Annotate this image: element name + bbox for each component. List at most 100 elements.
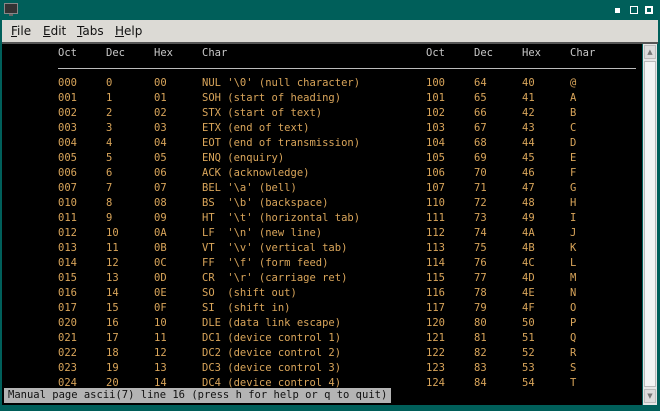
table-cell-char: DC1 (device control 1) bbox=[202, 332, 342, 344]
menu-edit-mnemonic: E bbox=[43, 24, 51, 38]
table-cell-hex2: 51 bbox=[522, 332, 535, 344]
table-cell-dec2: 77 bbox=[474, 272, 487, 284]
scrollbar[interactable]: ▲ ▼ bbox=[643, 44, 657, 405]
table-cell-dec: 17 bbox=[106, 332, 119, 344]
table-cell-char: BEL '\a' (bell) bbox=[202, 182, 297, 194]
table-cell-hex2: 44 bbox=[522, 137, 535, 149]
table-cell-dec: 6 bbox=[106, 167, 113, 179]
table-cell-char: HT '\t' (horizontal tab) bbox=[202, 212, 361, 224]
table-cell-char2: O bbox=[570, 302, 577, 314]
table-cell-hex: 09 bbox=[154, 212, 167, 224]
table-cell-char: SOH (start of heading) bbox=[202, 92, 342, 104]
table-cell-dec: 3 bbox=[106, 122, 113, 134]
table-cell-hex: 0E bbox=[154, 287, 167, 299]
table-cell-char: LF '\n' (new line) bbox=[202, 227, 323, 239]
menu-edit[interactable]: Edit bbox=[43, 24, 66, 38]
table-cell-hex: 04 bbox=[154, 137, 167, 149]
table-cell-dec2: 66 bbox=[474, 107, 487, 119]
scroll-up-icon[interactable]: ▲ bbox=[644, 45, 656, 59]
table-cell-char: SO (shift out) bbox=[202, 287, 297, 299]
table-cell-hex2: 4F bbox=[522, 302, 535, 314]
table-cell-char2: A bbox=[570, 92, 577, 104]
menu-help-label: elp bbox=[124, 24, 143, 38]
table-cell-oct2: 120 bbox=[426, 317, 445, 329]
table-cell-oct2: 122 bbox=[426, 347, 445, 359]
table-cell-hex2: 4C bbox=[522, 257, 535, 269]
table-cell-hex: 14 bbox=[154, 377, 167, 389]
table-cell-dec2: 80 bbox=[474, 317, 487, 329]
table-cell-dec2: 76 bbox=[474, 257, 487, 269]
table-cell-hex2: 41 bbox=[522, 92, 535, 104]
table-cell-char2: D bbox=[570, 137, 577, 149]
minimize-icon[interactable] bbox=[615, 8, 620, 13]
table-cell-dec: 18 bbox=[106, 347, 119, 359]
table-cell-dec: 4 bbox=[106, 137, 113, 149]
table-cell-char: BS '\b' (backspace) bbox=[202, 197, 329, 209]
table-cell-char: SI (shift in) bbox=[202, 302, 291, 314]
table-cell-char: NUL '\0' (null character) bbox=[202, 77, 361, 89]
table-cell-char2: H bbox=[570, 197, 577, 209]
table-cell-hex: 12 bbox=[154, 347, 167, 359]
scrollbar-thumb[interactable] bbox=[644, 61, 656, 387]
menu-file[interactable]: File bbox=[11, 24, 31, 38]
terminal-output[interactable]: Manual page ascii(7) line 16 (press h fo… bbox=[2, 44, 642, 405]
table-cell-char2: G bbox=[570, 182, 577, 194]
column-header-dec2: Dec bbox=[474, 47, 493, 59]
table-cell-char2: C bbox=[570, 122, 577, 134]
table-cell-char2: I bbox=[570, 212, 577, 224]
table-cell-oct: 002 bbox=[58, 107, 77, 119]
table-cell-oct: 024 bbox=[58, 377, 77, 389]
table-cell-hex2: 4D bbox=[522, 272, 535, 284]
table-cell-oct: 007 bbox=[58, 182, 77, 194]
menu-file-label: ile bbox=[17, 24, 32, 38]
table-cell-char2: Q bbox=[570, 332, 577, 344]
maximize-icon[interactable] bbox=[630, 6, 638, 14]
table-cell-dec: 9 bbox=[106, 212, 113, 224]
table-cell-hex: 05 bbox=[154, 152, 167, 164]
table-cell-hex: 06 bbox=[154, 167, 167, 179]
table-cell-char: STX (start of text) bbox=[202, 107, 323, 119]
table-cell-oct2: 123 bbox=[426, 362, 445, 374]
table-cell-dec: 14 bbox=[106, 287, 119, 299]
table-cell-hex: 07 bbox=[154, 182, 167, 194]
table-cell-oct: 014 bbox=[58, 257, 77, 269]
table-cell-oct: 011 bbox=[58, 212, 77, 224]
column-header-char2: Char bbox=[570, 47, 596, 59]
table-cell-char2: B bbox=[570, 107, 577, 119]
table-cell-oct: 022 bbox=[58, 347, 77, 359]
table-cell-hex: 0F bbox=[154, 302, 167, 314]
menu-help[interactable]: Help bbox=[115, 24, 142, 38]
table-cell-dec: 0 bbox=[106, 77, 113, 89]
column-header-oct2: Oct bbox=[426, 47, 445, 59]
table-cell-char2: R bbox=[570, 347, 577, 359]
column-header-oct: Oct bbox=[58, 47, 77, 59]
table-cell-oct2: 115 bbox=[426, 272, 445, 284]
table-cell-char: DC2 (device control 2) bbox=[202, 347, 342, 359]
table-cell-dec: 16 bbox=[106, 317, 119, 329]
table-cell-char: FF '\f' (form feed) bbox=[202, 257, 329, 269]
table-cell-dec: 11 bbox=[106, 242, 119, 254]
scroll-down-icon[interactable]: ▼ bbox=[644, 389, 656, 403]
menu-tabs[interactable]: Tabs bbox=[77, 24, 104, 38]
table-cell-dec: 5 bbox=[106, 152, 113, 164]
table-cell-dec: 15 bbox=[106, 302, 119, 314]
table-cell-char2: @ bbox=[570, 77, 577, 89]
table-cell-oct2: 101 bbox=[426, 92, 445, 104]
column-header-hex: Hex bbox=[154, 47, 173, 59]
table-cell-hex: 0B bbox=[154, 242, 167, 254]
table-cell-oct: 023 bbox=[58, 362, 77, 374]
table-cell-char: DC4 (device control 4) bbox=[202, 377, 342, 389]
table-cell-char2: K bbox=[570, 242, 577, 254]
table-cell-oct2: 105 bbox=[426, 152, 445, 164]
table-cell-hex2: 4E bbox=[522, 287, 535, 299]
close-icon[interactable] bbox=[645, 6, 653, 14]
table-cell-oct2: 114 bbox=[426, 257, 445, 269]
header-rule bbox=[58, 68, 636, 69]
table-cell-oct: 001 bbox=[58, 92, 77, 104]
table-cell-oct2: 110 bbox=[426, 197, 445, 209]
table-cell-char2: T bbox=[570, 377, 577, 389]
table-cell-oct2: 111 bbox=[426, 212, 445, 224]
column-header-char: Char bbox=[202, 47, 228, 59]
table-cell-char: DLE (data link escape) bbox=[202, 317, 342, 329]
menu-tabs-label: abs bbox=[82, 24, 104, 38]
